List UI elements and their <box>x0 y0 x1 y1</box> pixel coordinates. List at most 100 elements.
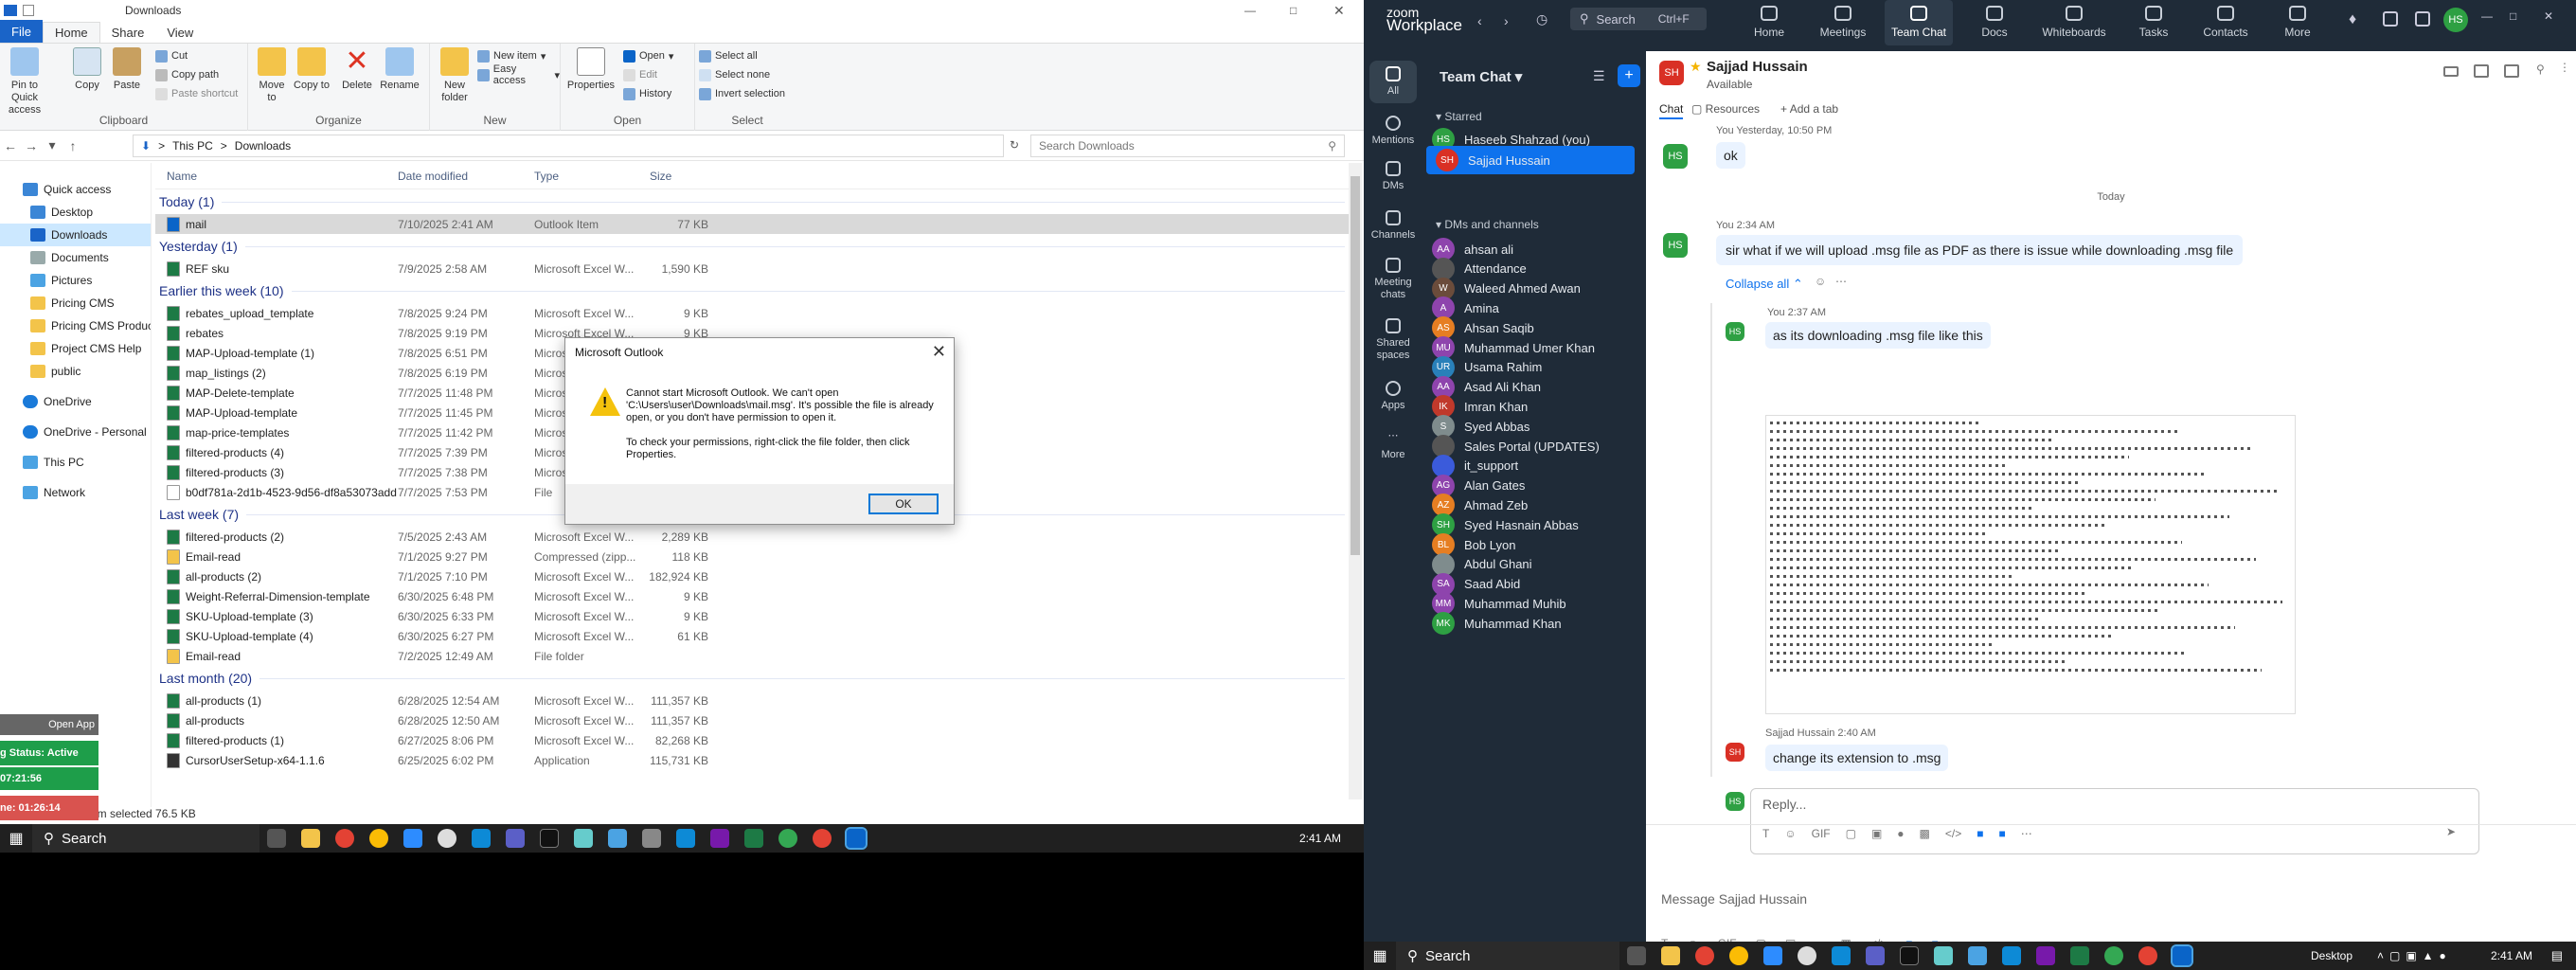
collapse-all-button[interactable]: Collapse all ⌃ <box>1726 277 1803 292</box>
close-icon[interactable]: ✕ <box>1333 3 1345 19</box>
file-row[interactable]: all-products (2) 7/1/2025 7:10 PM Microsof… <box>155 566 1352 586</box>
file-row[interactable]: Email-read 7/2/2025 12:49 AM File folder <box>155 646 1352 666</box>
properties-button[interactable]: Properties <box>564 47 617 92</box>
calendar-icon[interactable] <box>2383 11 2398 27</box>
chrome-icon[interactable] <box>1729 946 1748 965</box>
scrollbar[interactable] <box>1349 163 1362 799</box>
forward-icon[interactable]: → <box>21 138 42 153</box>
notification-icon[interactable]: ▤ <box>2551 948 2563 963</box>
file-row[interactable]: rebates_upload_template 7/8/2025 9:24 PM M… <box>155 303 1352 323</box>
notepad-icon[interactable] <box>1934 946 1953 965</box>
history-button[interactable]: History <box>623 85 671 102</box>
file-row[interactable]: Email-read 7/1/2025 9:27 PM Compressed (zi… <box>155 547 1352 566</box>
refresh-icon[interactable]: ↻ <box>1010 138 1019 152</box>
back-icon[interactable]: ‹ <box>1477 13 1482 28</box>
avatar[interactable]: HS <box>2443 8 2468 32</box>
chrome-icon[interactable] <box>369 829 388 848</box>
close-icon[interactable]: ✕ <box>2544 9 2553 23</box>
file-row[interactable]: filtered-products (2) 7/5/2025 2:43 AM Mic… <box>155 527 1352 547</box>
file-row[interactable]: SKU-Upload-template (4) 6/30/2025 6:27 PM… <box>155 626 1352 646</box>
file-explorer-icon[interactable] <box>301 829 320 848</box>
file-row[interactable]: SKU-Upload-template (3) 6/30/2025 6:33 PM… <box>155 606 1352 626</box>
copy-to-button[interactable]: Copy to <box>294 47 330 92</box>
tab-chat[interactable]: Chat <box>1659 102 1684 119</box>
cut-button[interactable]: Cut <box>155 47 188 64</box>
open-app-button[interactable]: Open App <box>0 714 98 735</box>
select-all-button[interactable]: Select all <box>699 47 758 64</box>
zoom-icon[interactable] <box>403 829 422 848</box>
invert-selection-button[interactable]: Invert selection <box>699 85 785 102</box>
delete-button[interactable]: ✕ Delete <box>337 47 377 92</box>
reply-input[interactable]: Reply... <box>1762 797 1806 812</box>
emoji-icon[interactable]: ☺ <box>1815 275 1826 288</box>
message-bubble[interactable]: ok <box>1716 142 1745 169</box>
app-icon[interactable] <box>1968 946 1987 965</box>
nav-desktop[interactable]: Desktop <box>0 201 151 224</box>
nav-pricing-cms-produc[interactable]: Pricing CMS Produc <box>0 314 151 337</box>
file-row[interactable]: all-products 6/28/2025 12:50 AM Microsoft … <box>155 710 1352 730</box>
column-name[interactable]: Name <box>155 170 398 183</box>
tab-resources[interactable]: ▢ Resources <box>1691 102 1760 116</box>
new-item-button[interactable]: New item ▾ <box>477 47 546 64</box>
select-none-button[interactable]: Select none <box>699 66 770 83</box>
column-date[interactable]: Date modified <box>398 170 534 183</box>
task-view-icon[interactable] <box>267 829 286 848</box>
search-input[interactable]: Search Downloads ⚲ <box>1030 135 1345 157</box>
taskbar-clock[interactable]: 2:41 AM <box>2491 949 2532 962</box>
bell-icon[interactable]: ♦ <box>2349 11 2356 28</box>
nav-downloads[interactable]: Downloads <box>0 224 151 246</box>
nav-public[interactable]: public <box>0 360 151 383</box>
nav-pricing-cms[interactable]: Pricing CMS <box>0 292 151 314</box>
file-row[interactable]: mail 7/10/2025 2:41 AM Outlook Item 77 KB <box>155 214 1352 234</box>
scrollbar-thumb[interactable] <box>1351 176 1360 555</box>
teams-icon[interactable] <box>506 829 525 848</box>
paste-shortcut-button[interactable]: Paste shortcut <box>155 85 238 102</box>
vscode-icon[interactable] <box>1832 946 1851 965</box>
filter-icon[interactable]: ☰ <box>1593 68 1605 84</box>
file-row[interactable]: all-products (1) 6/28/2025 12:54 AM Micros… <box>155 691 1352 710</box>
taskbar-search[interactable]: ⚲ Search <box>32 824 259 853</box>
group-header[interactable]: Today (1) <box>155 189 1352 214</box>
sidebar-item[interactable]: SH Sajjad Hussain <box>1426 146 1635 174</box>
chrome-icon[interactable] <box>2138 946 2157 965</box>
onenote-icon[interactable] <box>2036 946 2055 965</box>
tab-meetings[interactable]: Meetings <box>1809 6 1877 39</box>
forward-icon[interactable]: › <box>1504 13 1509 28</box>
file-row[interactable]: filtered-products (1) 6/27/2025 8:06 PM Mi… <box>155 730 1352 750</box>
excel-icon[interactable] <box>2070 946 2089 965</box>
compose-button[interactable]: + <box>1618 64 1640 87</box>
tab-more[interactable]: More <box>2263 6 2332 39</box>
nav-onedrive-personal[interactable]: OneDrive - Personal <box>0 421 151 443</box>
chat-contact-name[interactable]: Sajjad Hussain <box>1707 59 1808 75</box>
windows-start-icon[interactable]: ▦ <box>1364 946 1396 965</box>
file-row[interactable]: REF sku 7/9/2025 2:58 AM Microsoft Excel W… <box>155 259 1352 278</box>
column-type[interactable]: Type <box>534 170 646 183</box>
file-row[interactable]: CursorUserSetup-x64-1.1.6 6/25/2025 6:02 … <box>155 750 1352 770</box>
tab-add[interactable]: + Add a tab <box>1780 102 1838 116</box>
app-icon[interactable] <box>438 829 456 848</box>
dialog-close-icon[interactable]: ✕ <box>932 342 946 362</box>
nav-network[interactable]: Network <box>0 481 151 504</box>
nav-project-cms-help[interactable]: Project CMS Help <box>0 337 151 360</box>
group-header[interactable]: Yesterday (1) <box>155 234 1352 259</box>
address-bar[interactable]: ⬇ > This PC > Downloads <box>133 135 1004 157</box>
vscode-icon[interactable] <box>676 829 695 848</box>
chrome-icon[interactable] <box>1695 946 1714 965</box>
sidebar-title[interactable]: Team Chat ▾ <box>1440 68 1522 85</box>
chrome-icon[interactable] <box>335 829 354 848</box>
more-icon[interactable]: ⋯ <box>1835 275 1847 288</box>
nav-this-pc[interactable]: This PC <box>0 451 151 474</box>
chrome-icon[interactable] <box>813 829 832 848</box>
terminal-icon[interactable] <box>540 829 559 848</box>
nav-pictures[interactable]: Pictures <box>0 269 151 292</box>
more-icon[interactable]: ⋮ <box>2559 61 2570 74</box>
maximize-icon[interactable]: □ <box>2510 9 2516 23</box>
tab-share[interactable]: Share <box>100 23 156 43</box>
copy-path-button[interactable]: Copy path <box>155 66 219 83</box>
tab-home[interactable]: Home <box>1735 6 1803 39</box>
sidebar-item[interactable]: MK Muhammad Khan <box>1422 609 1646 638</box>
file-explorer-icon[interactable] <box>1661 946 1680 965</box>
zoom-icon[interactable] <box>1763 946 1782 965</box>
minimize-icon[interactable]: — <box>2481 9 2493 23</box>
star-icon[interactable]: ★ <box>1690 59 1702 75</box>
